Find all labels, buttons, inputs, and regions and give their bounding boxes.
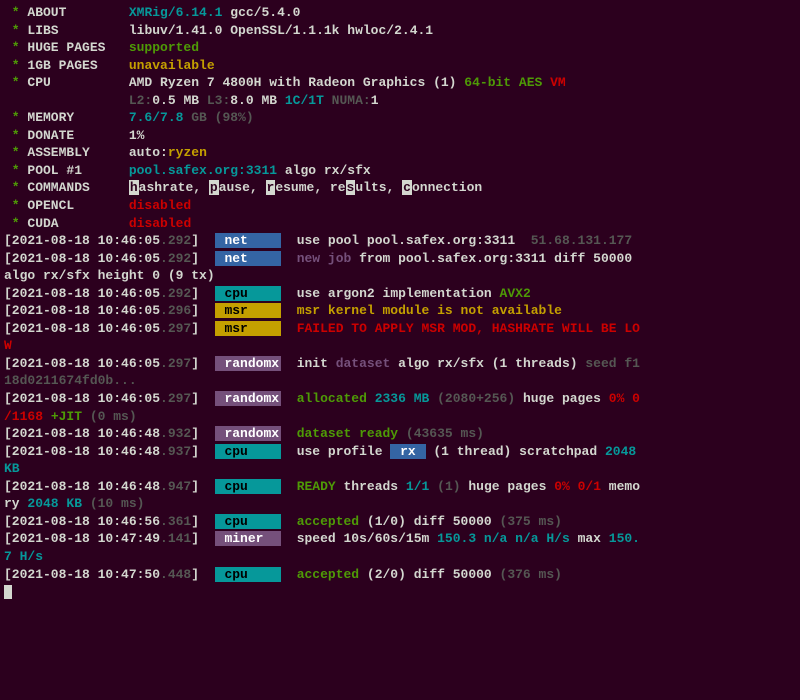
log-net-newjob: [2021-08-18 10:46:05.292] net new job fr…: [4, 250, 796, 268]
header-assembly: * ASSEMBLY auto:ryzen: [4, 144, 796, 162]
header-pool: * POOL #1 pool.safex.org:3311 algo rx/sf…: [4, 162, 796, 180]
log-miner-speed-wrap: 7 H/s: [4, 548, 796, 566]
header-opencl: * OPENCL disabled: [4, 197, 796, 215]
log-msr-warn: [2021-08-18 10:46:05.296] msr msr kernel…: [4, 302, 796, 320]
log-msr-fail-wrap: W: [4, 337, 796, 355]
header-commands: * COMMANDS hashrate, pause, resume, resu…: [4, 179, 796, 197]
header-hugepages: * HUGE PAGES supported: [4, 39, 796, 57]
log-randomx-ready: [2021-08-18 10:46:48.932] randomx datase…: [4, 425, 796, 443]
log-cpu-argon: [2021-08-18 10:46:05.292] cpu use argon2…: [4, 285, 796, 303]
header-cpu-cache: L2:0.5 MB L3:8.0 MB 1C/1T NUMA:1: [4, 92, 796, 110]
header-donate: * DONATE 1%: [4, 127, 796, 145]
log-cpu-profile-wrap: KB: [4, 460, 796, 478]
header-cpu: * CPU AMD Ryzen 7 4800H with Radeon Grap…: [4, 74, 796, 92]
log-cpu-ready: [2021-08-18 10:46:48.947] cpu READY thre…: [4, 478, 796, 496]
header-cuda: * CUDA disabled: [4, 215, 796, 233]
log-randomx-alloc: [2021-08-18 10:46:05.297] randomx alloca…: [4, 390, 796, 408]
header-libs: * LIBS libuv/1.41.0 OpenSSL/1.1.1k hwloc…: [4, 22, 796, 40]
log-accepted-1: [2021-08-18 10:46:56.361] cpu accepted (…: [4, 513, 796, 531]
log-randomx-jit: /1168 +JIT (0 ms): [4, 408, 796, 426]
header-about: * ABOUT XMRig/6.14.1 gcc/5.4.0: [4, 4, 796, 22]
log-msr-fail: [2021-08-18 10:46:05.297] msr FAILED TO …: [4, 320, 796, 338]
log-miner-speed: [2021-08-18 10:47:49.141] miner speed 10…: [4, 530, 796, 548]
log-net-algo: algo rx/sfx height 0 (9 tx): [4, 267, 796, 285]
terminal-cursor[interactable]: [4, 583, 796, 601]
header-memory: * MEMORY 7.6/7.8 GB (98%): [4, 109, 796, 127]
log-cpu-profile: [2021-08-18 10:46:48.937] cpu use profil…: [4, 443, 796, 461]
log-randomx-seed: 18d0211674fd0b...: [4, 372, 796, 390]
log-randomx-init: [2021-08-18 10:46:05.297] randomx init d…: [4, 355, 796, 373]
log-net-usepool: [2021-08-18 10:46:05.292] net use pool p…: [4, 232, 796, 250]
log-cpu-ready-wrap: ry 2048 KB (10 ms): [4, 495, 796, 513]
header-1gbpages: * 1GB PAGES unavailable: [4, 57, 796, 75]
log-accepted-2: [2021-08-18 10:47:50.448] cpu accepted (…: [4, 566, 796, 584]
